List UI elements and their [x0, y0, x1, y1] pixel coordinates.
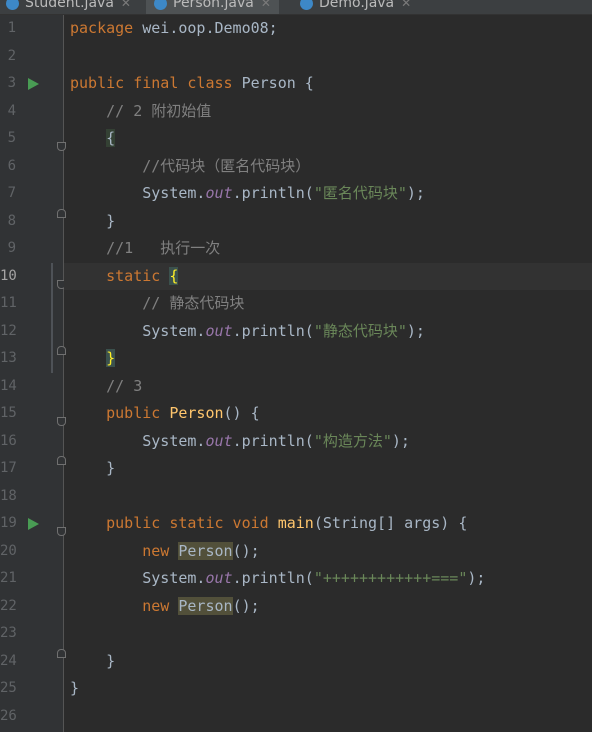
code-line-text: new Person(); — [142, 541, 260, 560]
line-number: 14 — [0, 377, 17, 394]
code-line[interactable]: // 3 — [64, 373, 592, 401]
code-line-text: new Person(); — [142, 596, 260, 615]
code-line-text: // 3 — [106, 376, 143, 395]
code-line-text: //1 执行一次 — [106, 239, 221, 257]
line-number: 13 — [0, 350, 17, 366]
code-line[interactable]: //1 执行一次 — [64, 235, 592, 263]
code-line-text: // 静态代码块 — [142, 294, 245, 312]
tab-label: Person.java — [173, 0, 254, 11]
line-number: 16 — [0, 432, 17, 449]
line-number: 8 — [7, 212, 16, 229]
code-line-text: { — [106, 129, 116, 147]
tab-demo-java[interactable]: Demo.java ✕ — [300, 0, 411, 14]
code-line[interactable]: { — [64, 125, 592, 153]
line-number: 22 — [0, 597, 17, 614]
java-class-icon — [6, 0, 19, 10]
change-marker — [51, 262, 53, 373]
code-line-text: // 2 附初始值 — [106, 101, 212, 120]
code-line-text: System.out.println("静态代码块"); — [70, 321, 425, 340]
code-line[interactable] — [64, 483, 592, 511]
code-line[interactable]: // 静态代码块 — [64, 290, 592, 318]
java-class-icon — [300, 0, 313, 10]
line-number: 18 — [0, 487, 17, 504]
code-line[interactable]: } — [64, 675, 592, 703]
code-line[interactable]: // 2 附初始值 — [64, 98, 592, 126]
code-line[interactable]: System.out.println("匿名代码块"); — [64, 180, 592, 208]
code-line-text: static { — [106, 266, 179, 285]
line-number: 25 — [0, 680, 17, 696]
code-line[interactable]: } — [64, 208, 592, 236]
code-line[interactable]: static { — [64, 262, 592, 290]
line-number: 15 — [0, 405, 17, 421]
line-number: 20 — [0, 542, 17, 559]
code-line-text: //代码块（匿名代码块） — [142, 156, 311, 175]
code-line-text: } — [70, 459, 116, 477]
editor-tab-bar: Student.java ✕ Person.java ✕ Demo.java ✕ — [0, 0, 592, 15]
code-line-text: System.out.println("++++++++++++==="); — [70, 569, 486, 587]
code-line[interactable]: public final class Person { — [64, 70, 592, 98]
code-line[interactable]: System.out.println("构造方法"); — [64, 428, 592, 456]
run-icon[interactable] — [28, 518, 39, 530]
code-line[interactable] — [64, 703, 592, 731]
code-line[interactable]: public static void main(String[] args) { — [64, 510, 592, 538]
line-number: 7 — [7, 185, 16, 201]
tab-person-java[interactable]: Person.java ✕ — [146, 0, 279, 14]
code-line[interactable]: public Person() { — [64, 400, 592, 428]
code-line[interactable]: package wei.oop.Demo08; — [64, 15, 592, 43]
close-icon[interactable]: ✕ — [121, 0, 131, 10]
code-line[interactable] — [64, 43, 592, 71]
code-line-text: public Person() { — [106, 404, 260, 422]
line-number: 4 — [7, 102, 16, 119]
java-class-icon — [154, 0, 167, 10]
code-line-text: System.out.println("匿名代码块"); — [70, 184, 425, 202]
close-icon[interactable]: ✕ — [401, 0, 411, 10]
code-editor[interactable]: package wei.oop.Demo08; public final clas… — [64, 15, 592, 732]
line-number: 26 — [0, 707, 17, 724]
code-line[interactable]: } — [64, 648, 592, 676]
line-number: 2 — [7, 47, 16, 64]
line-number: 9 — [7, 240, 16, 256]
line-number: 10 — [0, 267, 17, 284]
run-icon[interactable] — [28, 78, 39, 90]
line-number: 24 — [0, 652, 17, 669]
code-line-text: public final class Person { — [70, 74, 314, 92]
line-number: 17 — [0, 460, 17, 476]
code-line[interactable]: //代码块（匿名代码块） — [64, 153, 592, 181]
line-number: 1 — [7, 20, 16, 36]
code-line[interactable]: } — [64, 345, 592, 373]
code-line-text: } — [70, 211, 116, 230]
editor-gutter[interactable]: 1 2 3 4 5 6 7 8 9 10 11 12 13 14 15 16 17 18 19 20 21 22 23 24 2… — [0, 15, 66, 732]
close-icon[interactable]: ✕ — [261, 0, 271, 10]
line-number: 19 — [0, 515, 17, 531]
code-line-text: } — [70, 679, 80, 697]
code-line-text: public static void main(String[] args) { — [106, 514, 468, 532]
code-line[interactable]: new Person(); — [64, 593, 592, 621]
line-number: 11 — [0, 295, 17, 311]
line-number: 6 — [7, 157, 16, 174]
code-line-text: } — [70, 651, 116, 670]
code-line[interactable]: System.out.println("静态代码块"); — [64, 318, 592, 346]
code-line[interactable] — [64, 620, 592, 648]
tab-student-java[interactable]: Student.java ✕ — [6, 0, 131, 14]
line-number: 5 — [7, 130, 16, 146]
code-line-text: } — [106, 349, 116, 367]
line-number: 23 — [0, 625, 17, 641]
code-line[interactable]: } — [64, 455, 592, 483]
tab-label: Demo.java — [319, 0, 395, 11]
line-number: 21 — [0, 570, 17, 586]
tab-label: Student.java — [25, 0, 114, 11]
line-number: 12 — [0, 322, 17, 339]
line-number: 3 — [7, 75, 16, 91]
code-line[interactable]: System.out.println("++++++++++++==="); — [64, 565, 592, 593]
code-line-text: package wei.oop.Demo08; — [70, 19, 278, 37]
code-line[interactable]: new Person(); — [64, 538, 592, 566]
code-line-text: System.out.println("构造方法"); — [70, 431, 410, 450]
